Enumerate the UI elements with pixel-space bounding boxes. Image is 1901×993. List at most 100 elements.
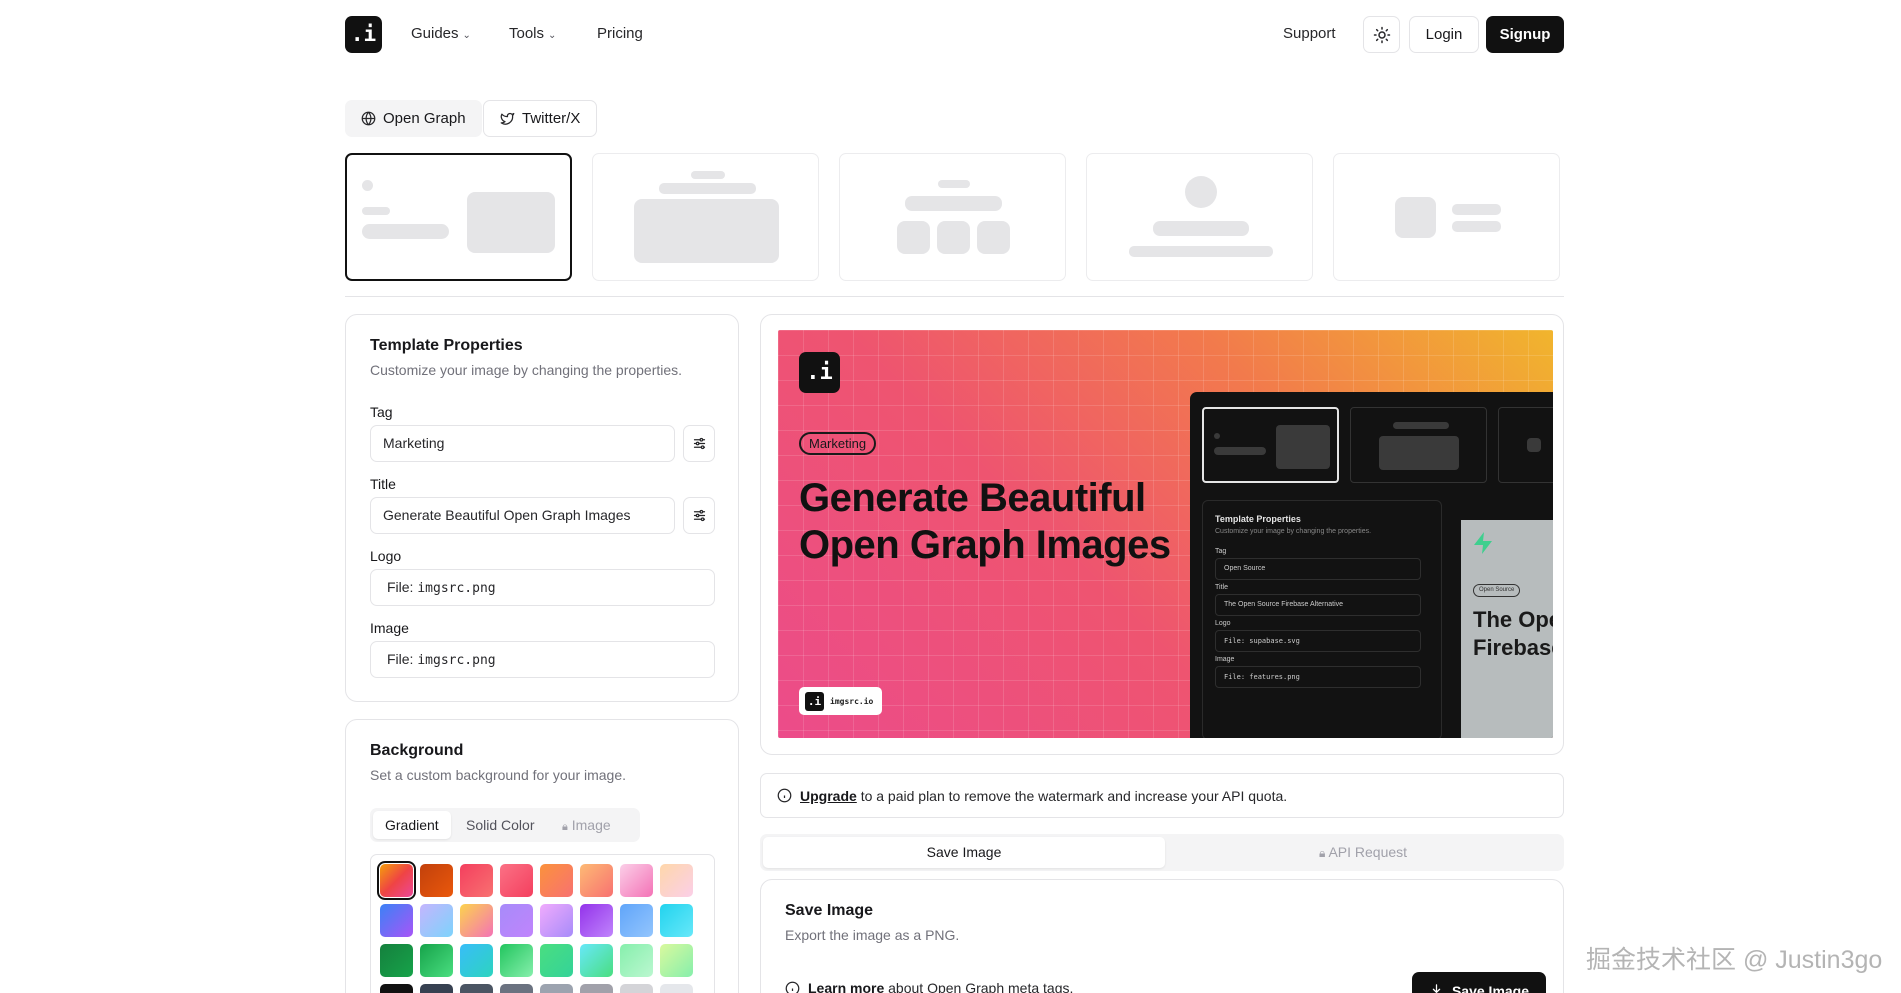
template-card-1[interactable] [345,153,572,281]
gradient-swatch[interactable] [620,864,653,897]
image-file-input[interactable]: File: imgsrc.png [370,641,715,678]
nav-pricing[interactable]: Pricing [597,25,643,42]
nav-guides[interactable]: Guides ⌄ [411,25,471,42]
nav-tools-label: Tools [509,25,545,42]
template-card-2[interactable] [592,153,819,281]
gradient-swatch[interactable] [380,904,413,937]
tab-image[interactable]: 🔒︎ Image [550,811,623,839]
tag-input[interactable]: Marketing [370,425,675,462]
image-label: Image [370,620,409,636]
panel-subtitle: Set a custom background for your image. [370,767,627,783]
gradient-swatch[interactable] [380,944,413,977]
login-button[interactable]: Login [1409,16,1479,53]
screenshot-preview-card: Open Source The Open Source Firebase [1461,520,1553,738]
tab-gradient[interactable]: Gradient [373,811,451,839]
preview-screenshot: Template Properties Customize your image… [1190,392,1553,738]
template-card-3[interactable] [839,153,1066,281]
theme-toggle-button[interactable] [1363,16,1400,53]
gradient-swatch[interactable] [380,984,413,993]
gradient-swatch[interactable] [660,944,693,977]
logo-label: Logo [370,548,402,564]
nav-tools[interactable]: Tools ⌄ [509,25,556,42]
gradient-swatch[interactable] [460,904,493,937]
template-card-4[interactable] [1086,153,1313,281]
notice-text: to a paid plan to remove the watermark a… [860,787,1288,804]
gradient-swatch[interactable] [620,904,653,937]
gradient-swatch[interactable] [500,984,533,993]
tab-save-image[interactable]: Save Image [763,837,1165,868]
logo-file-input[interactable]: File: imgsrc.png [370,569,715,606]
preview-tag: Marketing [799,432,877,455]
gradient-swatch[interactable] [420,904,453,937]
preview-title: Generate Beautiful Open Graph Images [799,476,1171,567]
gradient-swatch[interactable] [460,864,493,897]
preview-panel: .i Marketing Generate Beautiful Open Gra… [760,314,1564,755]
tab-open-graph[interactable]: Open Graph [345,100,482,137]
save-image-button-label: Save Image [1451,982,1530,993]
gradient-swatch[interactable] [620,944,653,977]
save-image-button[interactable]: Save Image [1412,972,1546,993]
support-link[interactable]: Support [1283,25,1336,42]
template-shape [1395,197,1436,238]
gradient-swatch[interactable] [660,904,693,937]
gradient-swatch[interactable] [420,944,453,977]
screenshot-image-label: Image [1215,656,1235,663]
preview-logo: .i [799,352,840,393]
screenshot-properties-panel: Template Properties Customize your image… [1202,500,1442,738]
screenshot-image-input: File: features.png [1215,666,1421,688]
gradient-swatch[interactable] [377,861,416,900]
screenshot-title-label: Title [1215,584,1228,591]
background-tabs: Gradient Solid Color 🔒︎ Image [370,808,640,842]
screenshot-logo-label: Logo [1215,620,1231,627]
title-style-button[interactable] [683,497,715,534]
screenshot-card-tag: Open Source [1473,584,1521,597]
signup-button[interactable]: Signup [1486,16,1564,53]
gradient-swatch[interactable] [660,864,693,897]
gradient-swatch[interactable] [460,944,493,977]
screenshot-tag-input: Open Source [1215,558,1421,580]
gradient-swatch[interactable] [540,984,573,993]
gradient-swatch[interactable] [500,944,533,977]
gradient-swatch[interactable] [420,984,453,993]
gradient-swatch[interactable] [580,984,613,993]
download-icon [1432,984,1441,993]
gradient-swatch[interactable] [500,864,533,897]
upgrade-link[interactable]: Upgrade [800,788,857,804]
tab-api-request[interactable]: 🔒︎ API Request [1165,837,1561,868]
template-shape [937,221,970,254]
gradient-swatch[interactable] [620,984,653,993]
tab-open-graph-label: Open Graph [383,110,466,127]
learn-more-link[interactable]: Learn more [808,980,884,993]
screenshot-template [1350,407,1487,483]
gradient-swatch[interactable] [540,864,573,897]
template-shape [1214,447,1266,455]
gradient-swatch[interactable] [460,984,493,993]
gradient-swatch[interactable] [500,904,533,937]
template-card-5[interactable] [1333,153,1560,281]
template-shape [897,221,930,254]
template-properties-panel: Template Properties Customize your image… [345,314,739,702]
screenshot-template [1498,407,1553,483]
gradient-swatch[interactable] [580,904,613,937]
og-image-preview: .i Marketing Generate Beautiful Open Gra… [778,330,1553,738]
gradient-swatch[interactable] [540,904,573,937]
tag-style-button[interactable] [683,425,715,462]
title-input[interactable]: Generate Beautiful Open Graph Images [370,497,675,534]
brand-logo[interactable]: .i [345,16,382,53]
title-label: Title [370,476,396,492]
twitter-icon [500,112,515,125]
file-prefix: File: [387,651,414,667]
screenshot-title-input: The Open Source Firebase Alternative [1215,594,1421,616]
tab-twitter[interactable]: Twitter/X [483,100,598,137]
learn-more-text: about Open Graph meta tags. [888,980,1074,993]
screenshot-template [1202,407,1339,483]
gradient-swatch[interactable] [540,944,573,977]
tab-solid-color[interactable]: Solid Color [454,811,546,839]
gradient-swatch[interactable] [660,984,693,993]
gradient-swatch[interactable] [580,944,613,977]
file-prefix: File: [387,579,414,595]
logo-file-name: imgsrc.png [417,581,496,596]
gradient-swatch[interactable] [420,864,453,897]
template-shape [1129,246,1273,257]
gradient-swatch[interactable] [580,864,613,897]
